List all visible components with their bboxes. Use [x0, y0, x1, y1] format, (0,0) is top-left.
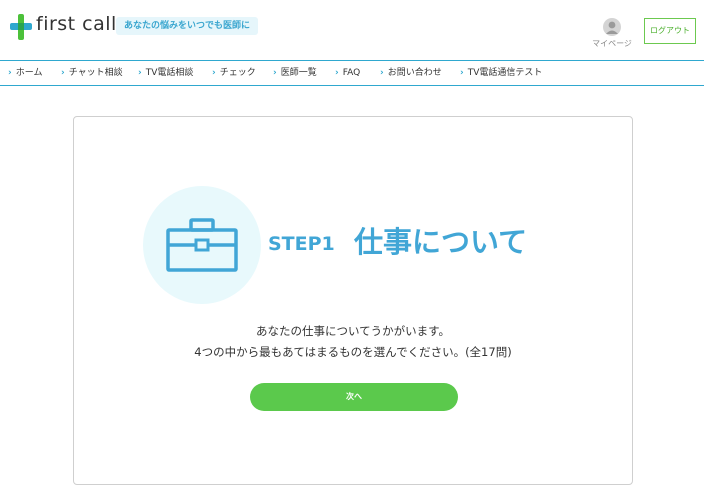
nav-item-tv-test[interactable]: › TV電話通信テスト — [460, 61, 542, 85]
nav-item-contact[interactable]: › お問い合わせ — [380, 61, 442, 85]
nav-item-label: TV電話相談 — [145, 68, 194, 78]
nav-item-label: チャット相談 — [68, 68, 123, 78]
mypage-link[interactable]: マイページ — [590, 18, 634, 49]
nav-item-tv-consult[interactable]: › TV電話相談 — [138, 61, 193, 85]
nav-item-doctors[interactable]: › 医師一覧 — [273, 61, 317, 85]
nav-item-label: ホーム — [15, 68, 43, 78]
nav-item-check[interactable]: › チェック — [212, 61, 256, 85]
nav-item-home[interactable]: › ホーム — [8, 61, 42, 85]
step-card: STEP1 仕事について あなたの仕事についてうかがいます。 4つの中から最もあ… — [73, 116, 633, 485]
brand-name[interactable]: first call — [36, 13, 117, 35]
nav-item-label: TV電話通信テスト — [467, 68, 543, 78]
description-line2: 4つの中から最もあてはまるものを選んでください。(全17問) — [194, 345, 512, 359]
nav-item-label: チェック — [219, 68, 256, 78]
chevron-right-icon: › — [61, 68, 65, 78]
main-nav: › ホーム › チャット相談 › TV電話相談 › チェック › 医師一覧 › FAQ › お… — [0, 60, 704, 86]
chevron-right-icon: › — [8, 68, 12, 78]
logo-icon[interactable] — [10, 14, 32, 40]
logout-button[interactable]: ログアウト — [644, 18, 696, 44]
description-line1: あなたの仕事についてうかがいます。 — [255, 324, 450, 338]
header: first call あなたの悩みをいつでも医師に マイページ ログアウト — [0, 0, 704, 60]
chevron-right-icon: › — [138, 68, 142, 78]
user-avatar-icon — [603, 18, 621, 36]
briefcase-icon — [166, 218, 238, 272]
nav-item-chat[interactable]: › チャット相談 — [61, 61, 123, 85]
chevron-right-icon: › — [273, 68, 277, 78]
nav-item-label: 医師一覧 — [280, 68, 317, 78]
next-button[interactable]: 次へ — [250, 383, 458, 411]
nav-item-label: お問い合わせ — [387, 68, 442, 78]
step-number: STEP1 — [268, 233, 335, 255]
chevron-right-icon: › — [460, 68, 464, 78]
tagline-badge: あなたの悩みをいつでも医師に — [116, 17, 259, 35]
nav-item-label: FAQ — [342, 68, 361, 78]
chevron-right-icon: › — [335, 68, 339, 78]
mypage-label: マイページ — [592, 39, 632, 48]
nav-item-faq[interactable]: › FAQ — [335, 61, 360, 85]
chevron-right-icon: › — [212, 68, 216, 78]
step-title: 仕事について — [354, 225, 528, 259]
chevron-right-icon: › — [380, 68, 384, 78]
